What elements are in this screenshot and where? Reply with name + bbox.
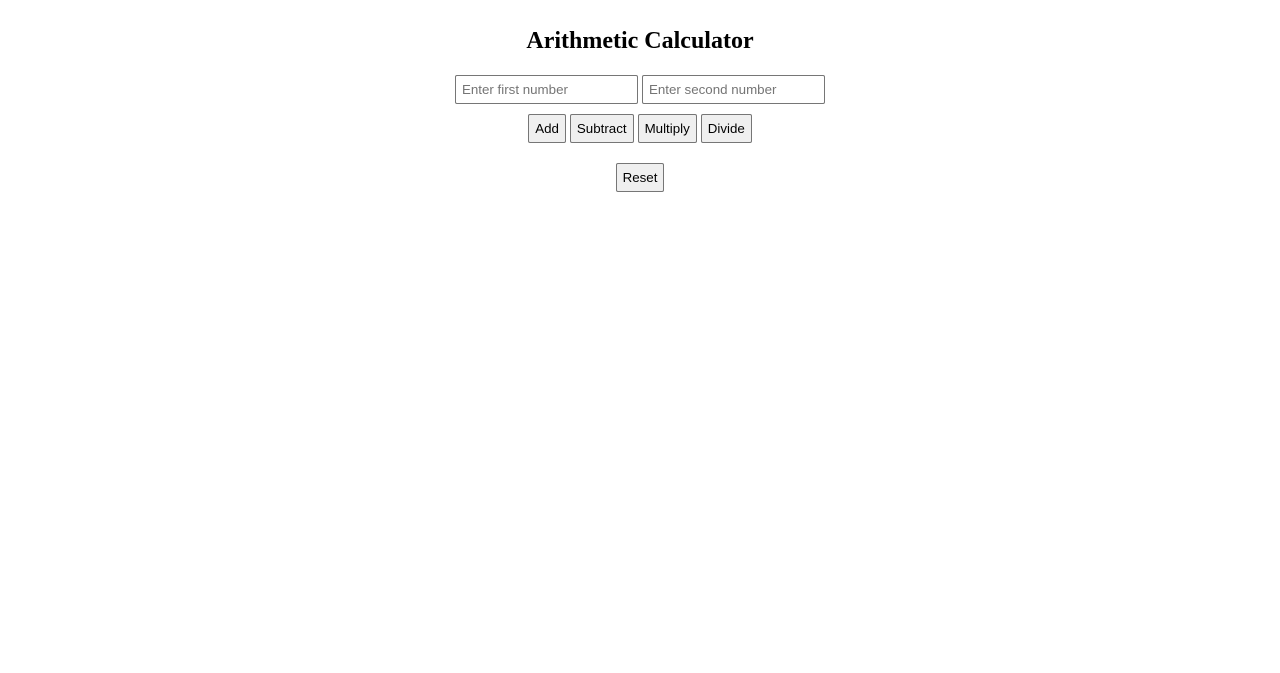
page-title: Arithmetic Calculator — [526, 28, 754, 54]
multiply-button[interactable]: Multiply — [637, 114, 697, 143]
subtract-button[interactable]: Subtract — [569, 114, 634, 143]
first-number-input[interactable] — [455, 75, 638, 104]
divide-button[interactable]: Divide — [700, 114, 752, 143]
second-number-input[interactable] — [642, 75, 825, 104]
add-button[interactable]: Add — [528, 114, 566, 143]
number-inputs — [455, 75, 825, 104]
operation-buttons: Add Subtract Multiply Divide — [0, 114, 1280, 143]
calculator-page: Arithmetic Calculator Add Subtract Multi… — [0, 0, 1280, 673]
reset-row: Reset — [0, 163, 1280, 192]
reset-button[interactable]: Reset — [615, 163, 665, 192]
